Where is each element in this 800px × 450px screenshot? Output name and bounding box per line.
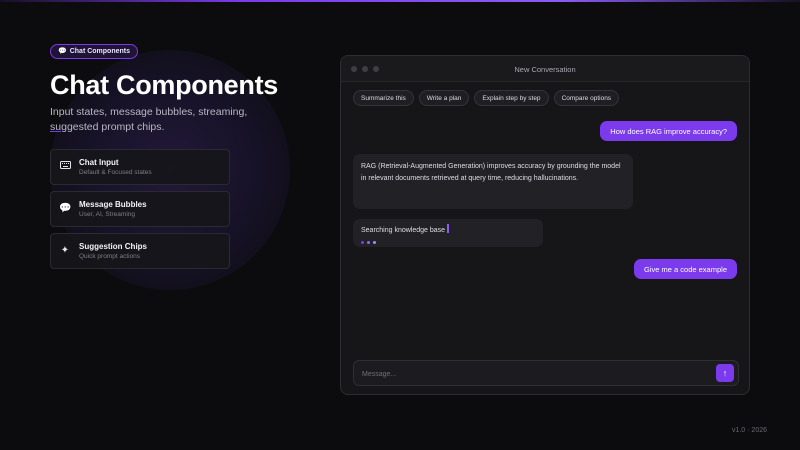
chip-explain[interactable]: Explain step by step [474, 90, 549, 106]
hero-section: 💬 Chat Components Chat Components Input … [50, 40, 300, 275]
card-suggestion-chips[interactable]: ✦ Suggestion Chips Quick prompt actions [50, 232, 230, 269]
window-title: New Conversation [514, 65, 576, 74]
feature-cards: Chat Input Default & Focused states 💬 Me… [50, 148, 300, 269]
separator: · [747, 427, 750, 434]
top-accent-line [0, 0, 800, 2]
streaming-text: Searching knowledge base [361, 227, 446, 234]
chat-input: ↑ [353, 360, 739, 386]
chip-summarize[interactable]: Summarize this [353, 90, 414, 106]
arrow-up-icon: ↑ [722, 368, 728, 378]
typing-caret [447, 224, 449, 233]
subtitle-part: gested prompt chips. [66, 120, 165, 133]
suggestion-chips: Summarize this Write a plan Explain step… [353, 90, 620, 106]
card-message-bubbles[interactable]: 💬 Message Bubbles User, AI, Streaming [50, 190, 230, 227]
card-title: Message Bubbles [79, 199, 147, 209]
sparkle-icon: ✦ [60, 245, 70, 256]
chat-bubble-icon: 💬 [58, 48, 67, 55]
card-title: Chat Input [79, 157, 119, 167]
chat-window: New Conversation Summarize this Write a … [340, 55, 750, 395]
card-subtitle: Default & Focused states [79, 168, 152, 176]
page-title: Chat Components [50, 69, 278, 100]
keyboard-icon [59, 161, 71, 172]
ai-message: RAG (Retrieval-Augmented Generation) imp… [353, 154, 633, 209]
page-subtitle: Input states, message bubbles, streaming… [50, 105, 250, 135]
user-message: Give me a code example [634, 259, 737, 279]
card-subtitle: User, AI, Streaming [79, 210, 135, 218]
card-chat-input[interactable]: Chat Input Default & Focused states [50, 148, 230, 185]
subtitle-part: Input states, message bubbles, streaming… [50, 105, 248, 118]
chip-write-plan[interactable]: Write a plan [418, 90, 470, 106]
category-badge: 💬 Chat Components [50, 43, 138, 59]
window-titlebar: New Conversation [341, 56, 749, 82]
send-button[interactable]: ↑ [716, 364, 734, 382]
user-message: How does RAG improve accuracy? [600, 121, 737, 141]
message-input[interactable] [362, 367, 702, 381]
streaming-message: Searching knowledge base [353, 219, 543, 247]
year-label: 2026 [751, 427, 767, 434]
speech-bubble-icon: 💬 [59, 203, 72, 214]
typing-indicator [361, 241, 535, 244]
chip-compare[interactable]: Compare options [553, 90, 620, 106]
card-title: Suggestion Chips [79, 241, 147, 251]
subtitle-underlined: sug [50, 120, 67, 133]
version-footer: v1.0 · 2026 [732, 427, 767, 434]
badge-label: Chat Components [69, 47, 130, 55]
card-subtitle: Quick prompt actions [79, 252, 141, 260]
version-label: v1.0 [731, 427, 746, 434]
